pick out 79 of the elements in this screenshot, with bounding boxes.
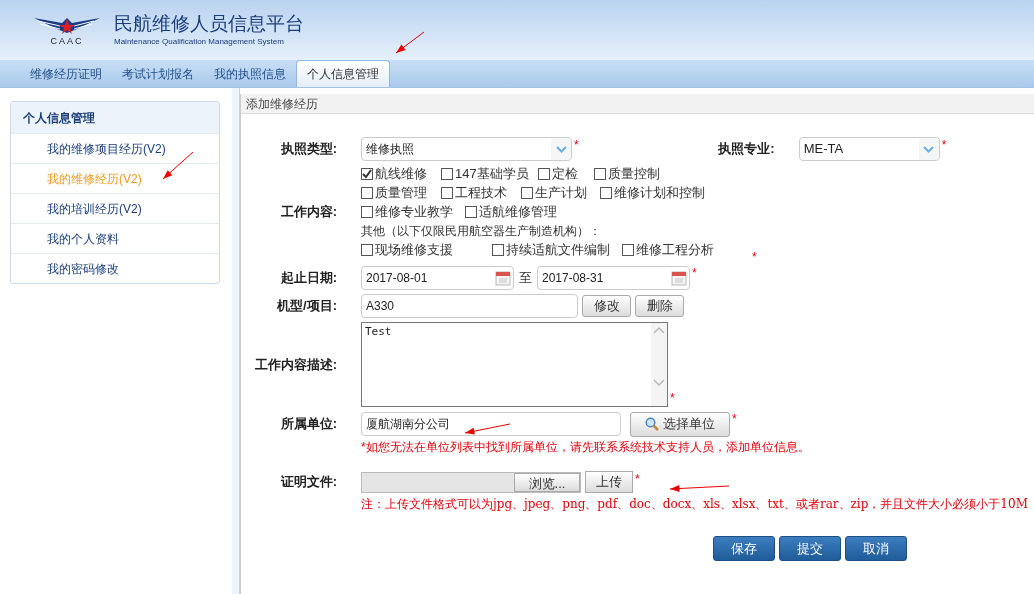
field-label: 执照专业: [718, 140, 775, 159]
checkbox-label: 持续适航文件编制 [506, 240, 610, 259]
save-button[interactable]: 保存 [713, 536, 775, 561]
checkbox[interactable] [361, 167, 373, 180]
required-mark: * [752, 249, 757, 264]
required-mark: * [670, 391, 675, 405]
field-label: 工作内容描述: [254, 355, 337, 374]
calendar-icon[interactable] [495, 270, 511, 286]
logo-text: CAAC [50, 36, 84, 46]
checkbox-label: 适航维修管理 [479, 202, 557, 221]
field-label: 起止日期: [280, 269, 337, 288]
description-textarea[interactable]: Test [361, 322, 668, 407]
site-title: 民航维修人员信息平台 [114, 12, 304, 36]
file-field[interactable]: 浏览... [361, 471, 581, 493]
checkbox[interactable] [465, 205, 477, 218]
select-unit-button[interactable]: 选择单位 [630, 411, 730, 437]
other-note: 其他（以下仅限民用航空器生产制造机构）： [361, 222, 602, 240]
nav-tab[interactable]: 我的执照信息 [204, 61, 296, 87]
nav-tab[interactable]: 个人信息管理 [296, 60, 390, 87]
submit-button[interactable]: 提交 [779, 536, 841, 561]
field-label: 所属单位: [280, 415, 337, 434]
sidebar-heading: 个人信息管理 [11, 102, 219, 133]
model-field[interactable]: A330 [361, 294, 578, 318]
license-specialty-select[interactable]: ME-TA [798, 137, 940, 161]
sidebar-item[interactable]: 我的个人资料 [11, 223, 219, 253]
date-field[interactable]: 2017-08-31 [537, 266, 690, 290]
checkbox-label: 工程技术 [455, 183, 507, 202]
required-mark: * [941, 137, 947, 154]
unit-field[interactable]: 厦航湖南分公司 [361, 412, 621, 436]
unit-note: *如您无法在单位列表中找到所属单位，请先联系系统技术支持人员，添加单位信息。 [361, 439, 810, 456]
sidebar-item[interactable]: 我的维修项目经历(V2) [11, 133, 219, 163]
checkbox[interactable] [521, 186, 533, 199]
delete-button[interactable]: 删除 [635, 295, 684, 317]
calendar-icon[interactable] [671, 270, 687, 286]
chevron-down-icon [923, 145, 935, 153]
required-mark: * [692, 265, 697, 282]
checkbox-label: 航线维修 [375, 164, 427, 183]
field-label: 证明文件: [280, 473, 337, 492]
required-mark: * [732, 411, 737, 428]
checkbox[interactable] [492, 243, 504, 256]
checkbox-label: 维修计划和控制 [614, 183, 705, 202]
field-label: 工作内容: [280, 202, 337, 221]
field-label: 机型/项目: [277, 297, 337, 316]
checkbox-label: 生产计划 [535, 183, 587, 202]
checkbox-label: 质量管理 [375, 183, 427, 202]
checkbox-label: 维修专业教学 [375, 202, 453, 221]
file-format-note: 注：上传文件格式可以为jpg、jpeg、png、pdf、doc、docx、xls、xlsx、txt、或者rar、zip，并且文件大小必须小于10M [361, 496, 1028, 513]
cancel-button[interactable]: 取消 [845, 536, 907, 561]
checkbox[interactable] [361, 186, 373, 199]
nav-tab[interactable]: 考试计划报名 [112, 61, 204, 87]
upload-button[interactable]: 上传 [585, 471, 633, 493]
checkbox[interactable] [361, 243, 373, 256]
checkbox-label: 现场维修支援 [375, 240, 453, 259]
checkbox-label: 定检 [552, 164, 578, 183]
license-type-select[interactable]: 维修执照 [361, 137, 572, 161]
checkbox-label: 维修工程分析 [636, 240, 714, 259]
sidebar-item[interactable]: 我的密码修改 [11, 253, 219, 283]
browse-button[interactable]: 浏览... [514, 472, 580, 492]
checkbox-label: 质量控制 [608, 164, 660, 183]
checkbox[interactable] [441, 186, 453, 199]
sidebar-item[interactable]: 我的培训经历(V2) [11, 193, 219, 223]
search-icon [645, 417, 659, 431]
required-mark: * [635, 471, 640, 488]
panel-title: 添加维修经历 [241, 94, 1034, 114]
field-label: 执照类型: [280, 140, 337, 159]
checkbox[interactable] [594, 167, 606, 180]
nav-tab[interactable]: 维修经历证明 [20, 61, 112, 87]
date-separator: 至 [519, 269, 532, 288]
required-mark: * [574, 137, 579, 154]
site-subtitle: Maintenance Qualification Management System [114, 36, 285, 48]
edit-button[interactable]: 修改 [582, 295, 631, 317]
checkbox[interactable] [538, 167, 550, 180]
chevron-down-icon [555, 145, 567, 153]
checkbox-label: 147基础学员 [455, 164, 529, 183]
checkbox[interactable] [622, 243, 634, 256]
checkbox[interactable] [600, 186, 612, 199]
checkbox[interactable] [361, 205, 373, 218]
checkbox[interactable] [441, 167, 453, 180]
date-field[interactable]: 2017-08-01 [361, 266, 514, 290]
